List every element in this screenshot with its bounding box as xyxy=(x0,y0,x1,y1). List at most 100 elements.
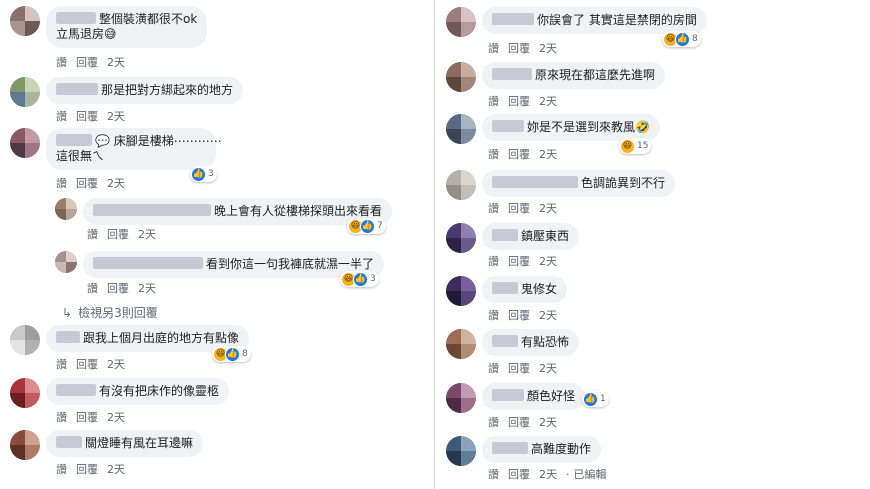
like-link[interactable]: 讚 xyxy=(56,177,67,190)
blurred-author-name[interactable] xyxy=(56,384,96,396)
avatar[interactable] xyxy=(10,378,40,408)
avatar[interactable] xyxy=(10,325,40,355)
blurred-author-name[interactable] xyxy=(492,335,518,347)
avatar[interactable] xyxy=(10,6,40,36)
comment-bubble: 高難度動作 xyxy=(482,436,602,463)
like-link[interactable]: 讚 xyxy=(56,463,67,476)
like-link[interactable]: 讚 xyxy=(87,282,98,295)
reply-link[interactable]: 回覆 xyxy=(76,463,98,476)
comment-bubble: 那是把對方綁起來的地方 xyxy=(46,77,244,104)
comment-time[interactable]: 2天 xyxy=(107,56,125,69)
view-more-replies-link[interactable]: ↳ 檢視另3則回覆 xyxy=(62,304,158,321)
like-link[interactable]: 讚 xyxy=(56,110,67,123)
comment-time[interactable]: 2天 xyxy=(539,148,557,161)
blurred-author-name[interactable] xyxy=(56,134,92,146)
avatar[interactable] xyxy=(446,436,476,466)
avatar[interactable] xyxy=(446,62,476,92)
like-link[interactable]: 讚 xyxy=(488,202,499,215)
blurred-author-name[interactable] xyxy=(492,176,578,188)
reaction-summary[interactable]: 😆 👍 8 xyxy=(662,31,701,47)
blurred-author-name[interactable] xyxy=(56,331,80,343)
reply-time[interactable]: 2天 xyxy=(138,228,156,241)
like-link[interactable]: 讚 xyxy=(488,362,499,375)
comment-time[interactable]: 2天 xyxy=(539,202,557,215)
reply-link[interactable]: 回覆 xyxy=(76,56,98,69)
reply-link[interactable]: 回覆 xyxy=(508,309,530,322)
comment-actions: 讚回覆 2天 xyxy=(56,54,134,70)
comment-time[interactable]: 2天 xyxy=(107,358,125,371)
like-link[interactable]: 讚 xyxy=(488,416,499,429)
comment-time[interactable]: 2天 xyxy=(539,95,557,108)
reaction-summary[interactable]: 😆 👍 3 xyxy=(340,271,379,287)
like-link[interactable]: 讚 xyxy=(56,411,67,424)
blurred-author-name[interactable] xyxy=(56,436,82,448)
avatar[interactable] xyxy=(446,329,476,359)
reply-link[interactable]: 回覆 xyxy=(76,177,98,190)
comment-time[interactable]: 2天 xyxy=(107,411,125,424)
reply-link[interactable]: 回覆 xyxy=(107,228,129,241)
comment-time[interactable]: 2天 xyxy=(539,362,557,375)
blurred-author-name[interactable] xyxy=(492,389,524,401)
reply-link[interactable]: 回覆 xyxy=(508,42,530,55)
comment-time[interactable]: 2天 xyxy=(107,463,125,476)
avatar[interactable] xyxy=(55,251,77,273)
like-link[interactable]: 讚 xyxy=(488,468,499,481)
blurred-author-name[interactable] xyxy=(93,204,211,216)
edited-label[interactable]: 已編輯 xyxy=(574,468,607,481)
like-link[interactable]: 讚 xyxy=(488,255,499,268)
reply-link[interactable]: 回覆 xyxy=(508,95,530,108)
comment-time[interactable]: 2天 xyxy=(539,42,557,55)
blurred-author-name[interactable] xyxy=(56,83,98,95)
comment-time[interactable]: 2天 xyxy=(107,110,125,123)
avatar[interactable] xyxy=(446,383,476,413)
reaction-summary[interactable]: 👍 1 xyxy=(582,391,609,407)
blurred-author-name[interactable] xyxy=(492,229,518,241)
like-link[interactable]: 讚 xyxy=(56,56,67,69)
reaction-summary[interactable]: 😆 👍 8 xyxy=(212,346,251,362)
blurred-author-name[interactable] xyxy=(492,68,532,80)
avatar[interactable] xyxy=(10,430,40,460)
blurred-author-name[interactable] xyxy=(492,13,534,25)
like-link[interactable]: 讚 xyxy=(488,42,499,55)
reply-link[interactable]: 回覆 xyxy=(508,202,530,215)
avatar[interactable] xyxy=(446,7,476,37)
reply-link[interactable]: 回覆 xyxy=(76,358,98,371)
blurred-author-name[interactable] xyxy=(492,282,518,294)
reply-link[interactable]: 回覆 xyxy=(508,148,530,161)
comment-time[interactable]: 2天 xyxy=(539,416,557,429)
reply-link[interactable]: 回覆 xyxy=(508,255,530,268)
like-link[interactable]: 讚 xyxy=(488,309,499,322)
blurred-author-name[interactable] xyxy=(492,442,528,454)
reply-link[interactable]: 回覆 xyxy=(508,416,530,429)
comment-text: 鎮壓東西 xyxy=(521,229,570,243)
comment-time[interactable]: 2天 xyxy=(107,177,125,190)
avatar[interactable] xyxy=(10,77,40,107)
avatar[interactable] xyxy=(10,128,40,158)
reaction-summary[interactable]: 😆 15 xyxy=(619,138,652,154)
reply-time[interactable]: 2天 xyxy=(138,282,156,295)
avatar[interactable] xyxy=(446,170,476,200)
comment-actions: 讚回覆 2天 xyxy=(56,409,134,425)
reply-link[interactable]: 回覆 xyxy=(107,282,129,295)
like-link[interactable]: 讚 xyxy=(488,148,499,161)
comment-time[interactable]: 2天 xyxy=(539,255,557,268)
avatar[interactable] xyxy=(55,198,77,220)
reply-link[interactable]: 回覆 xyxy=(76,411,98,424)
reply-link[interactable]: 回覆 xyxy=(508,468,530,481)
blurred-author-name[interactable] xyxy=(93,257,203,269)
avatar[interactable] xyxy=(446,276,476,306)
like-reaction-icon: 👍 xyxy=(191,166,206,182)
reply-link[interactable]: 回覆 xyxy=(508,362,530,375)
like-link[interactable]: 讚 xyxy=(488,95,499,108)
comment-time[interactable]: 2天 xyxy=(539,468,557,481)
blurred-author-name[interactable] xyxy=(56,12,96,24)
blurred-author-name[interactable] xyxy=(492,120,524,132)
reaction-summary[interactable]: 👍 3 xyxy=(190,166,217,182)
reply-link[interactable]: 回覆 xyxy=(76,110,98,123)
comment-time[interactable]: 2天 xyxy=(539,309,557,322)
avatar[interactable] xyxy=(446,223,476,253)
reaction-summary[interactable]: 😆 👍 7 xyxy=(347,218,386,234)
like-link[interactable]: 讚 xyxy=(56,358,67,371)
avatar[interactable] xyxy=(446,114,476,144)
like-link[interactable]: 讚 xyxy=(87,228,98,241)
